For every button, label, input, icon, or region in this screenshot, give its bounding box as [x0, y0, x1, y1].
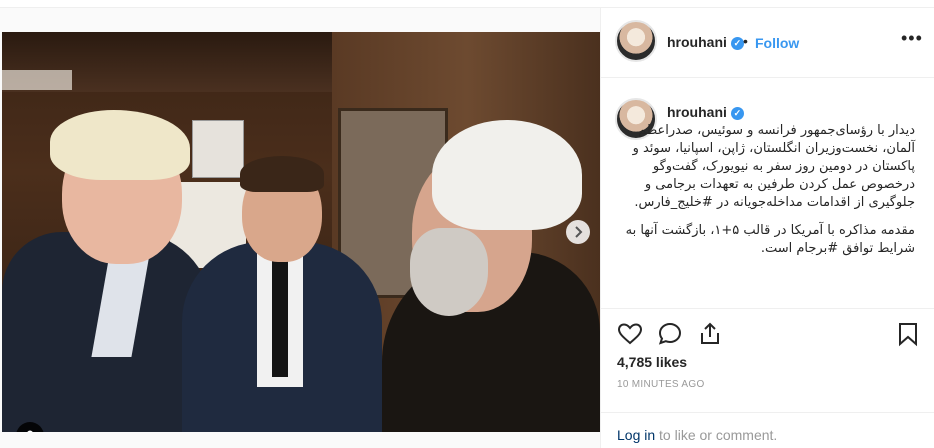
- action-bar: [601, 308, 934, 360]
- header-username[interactable]: hrouhani ✓: [667, 34, 744, 50]
- bookmark-icon[interactable]: [895, 321, 921, 347]
- like-count[interactable]: 4,785 likes: [617, 354, 687, 370]
- person-right-turban: [432, 120, 582, 230]
- login-bar: Log in to like or comment.: [601, 412, 934, 448]
- login-link[interactable]: Log in: [617, 427, 655, 443]
- share-icon[interactable]: [697, 321, 723, 347]
- login-prompt: Log in to like or comment.: [617, 427, 777, 443]
- post-caption: دیدار با رؤسای‌جمهور فرانسه و سوئیس، صدر…: [615, 122, 915, 268]
- avatar[interactable]: [615, 20, 657, 62]
- follow-button[interactable]: Follow: [755, 35, 799, 51]
- verified-badge-icon: ✓: [730, 106, 744, 120]
- post-photo[interactable]: [2, 32, 600, 432]
- heart-icon[interactable]: [617, 321, 643, 347]
- post-viewer: hrouhani ✓ • Follow ••• hrouhani ✓ دیدار ب…: [0, 0, 934, 448]
- timestamp[interactable]: 10 MINUTES AGO: [617, 379, 705, 390]
- photo-sign: [192, 120, 244, 178]
- person-center-tie: [272, 257, 288, 377]
- photo-light: [2, 70, 72, 90]
- top-strip: [0, 0, 934, 8]
- separator-dot: •: [743, 33, 748, 49]
- chevron-right-icon: [575, 226, 583, 238]
- post-sidebar: hrouhani ✓ • Follow ••• hrouhani ✓ دیدار ب…: [600, 8, 934, 448]
- post-header: hrouhani ✓ • Follow •••: [601, 8, 934, 78]
- caption-paragraph-1: دیدار با رؤسای‌جمهور فرانسه و سوئیس، صدر…: [632, 123, 915, 210]
- comment-icon[interactable]: [657, 321, 683, 347]
- caption-username-text[interactable]: hrouhani: [667, 104, 727, 120]
- person-right-beard: [410, 228, 488, 316]
- verified-badge-icon: ✓: [730, 36, 744, 50]
- person-left-hair: [50, 110, 190, 180]
- header-username-text[interactable]: hrouhani: [667, 34, 727, 50]
- login-prompt-text: to like or comment.: [655, 427, 778, 443]
- more-options-button[interactable]: •••: [901, 28, 923, 49]
- person-center-hair: [240, 156, 324, 192]
- carousel-next-button[interactable]: [566, 220, 590, 244]
- user-tag-icon: [27, 430, 33, 432]
- caption-username[interactable]: hrouhani ✓: [667, 104, 744, 120]
- caption-paragraph-2: مقدمه مذاکره با آمریکا در قالب ۵+۱، بازگ…: [625, 223, 915, 256]
